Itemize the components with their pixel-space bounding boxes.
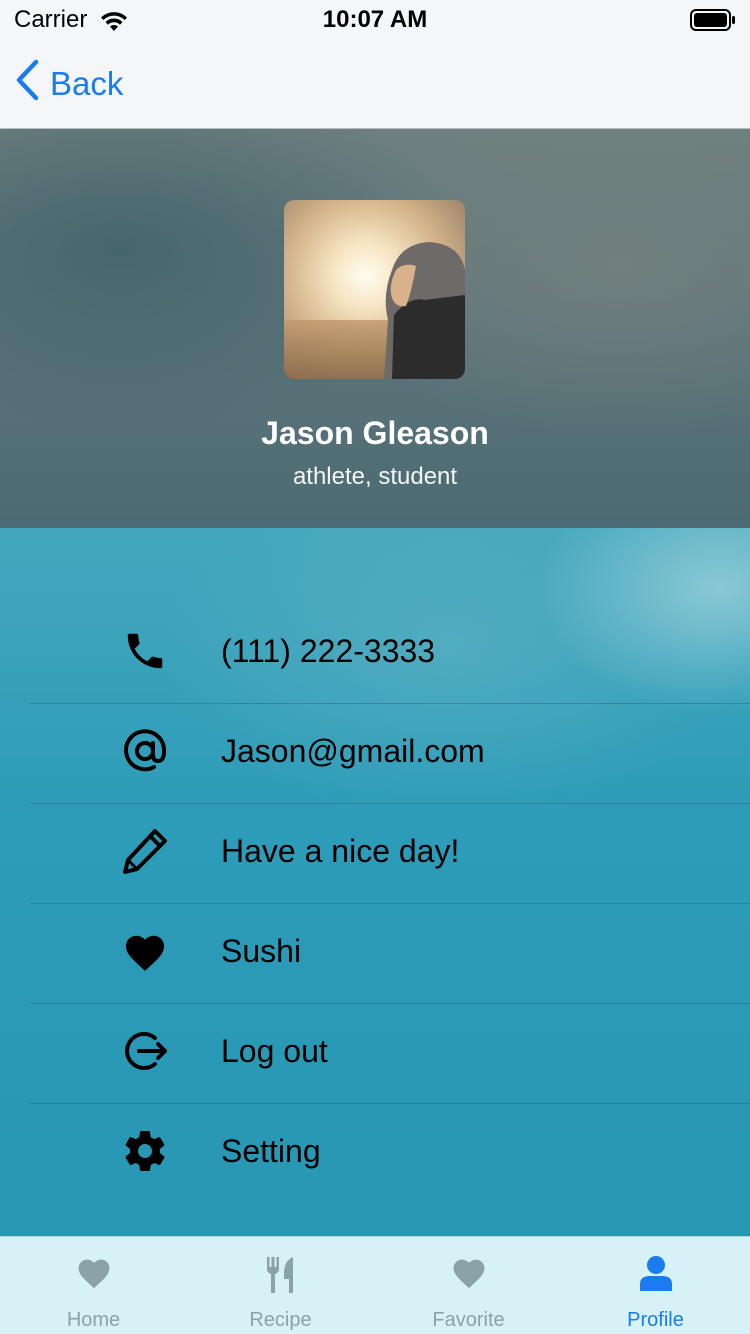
battery-icon xyxy=(690,9,736,36)
list-item-email[interactable]: Jason@gmail.com xyxy=(30,701,750,801)
tab-label: Recipe xyxy=(249,1309,312,1331)
tab-home[interactable]: Home xyxy=(0,1237,187,1334)
heart-icon xyxy=(120,926,170,976)
phone-icon xyxy=(120,626,170,676)
fork-knife-icon xyxy=(187,1255,374,1295)
person-icon xyxy=(562,1255,749,1295)
list-item-label: Jason@gmail.com xyxy=(221,732,485,769)
list-item-label: Sushi xyxy=(221,932,302,969)
heart-icon xyxy=(375,1255,562,1295)
profile-subtitle: athlete, student xyxy=(292,463,458,490)
pencil-icon xyxy=(120,826,170,876)
tab-label: Profile xyxy=(627,1309,684,1331)
list-item-label: (111) 222-3333 xyxy=(221,632,436,669)
list-item-logout[interactable]: Log out xyxy=(30,1001,750,1101)
navigation-bar: Carrier 10:07 AM Back xyxy=(0,0,750,129)
list-item-favorite-food[interactable]: Sushi xyxy=(30,901,750,1001)
list-item-label: Have a nice day! xyxy=(221,832,460,869)
clock: 10:07 AM xyxy=(322,6,428,33)
chevron-left-icon xyxy=(14,59,40,109)
avatar xyxy=(284,200,465,379)
list-item-label: Setting xyxy=(221,1132,321,1169)
logout-icon xyxy=(120,1026,170,1076)
tab-label: Favorite xyxy=(432,1309,505,1331)
profile-name: Jason Gleason xyxy=(261,415,489,451)
list-item-label: Log out xyxy=(221,1032,328,1069)
gear-icon xyxy=(120,1126,170,1176)
tab-label: Home xyxy=(66,1309,121,1331)
heart-icon xyxy=(0,1255,187,1295)
list-item-status[interactable]: Have a nice day! xyxy=(30,801,750,901)
at-sign-icon xyxy=(120,726,170,776)
status-bar: Carrier 10:07 AM xyxy=(0,0,750,40)
tab-bar: Home Recipe Favorite Profile xyxy=(0,1236,750,1334)
back-button[interactable]: Back xyxy=(14,59,124,109)
profile-menu: (111) 222-3333 Jason@gmail.com Have a ni… xyxy=(0,528,750,1236)
profile-header: Jason Gleason athlete, student xyxy=(0,129,750,528)
back-label: Back xyxy=(50,65,124,102)
tab-profile[interactable]: Profile xyxy=(562,1237,749,1334)
tab-recipe[interactable]: Recipe xyxy=(187,1237,374,1334)
list-item-phone[interactable]: (111) 222-3333 xyxy=(30,601,750,701)
tab-favorite[interactable]: Favorite xyxy=(375,1237,562,1334)
list-item-setting[interactable]: Setting xyxy=(30,1101,750,1201)
